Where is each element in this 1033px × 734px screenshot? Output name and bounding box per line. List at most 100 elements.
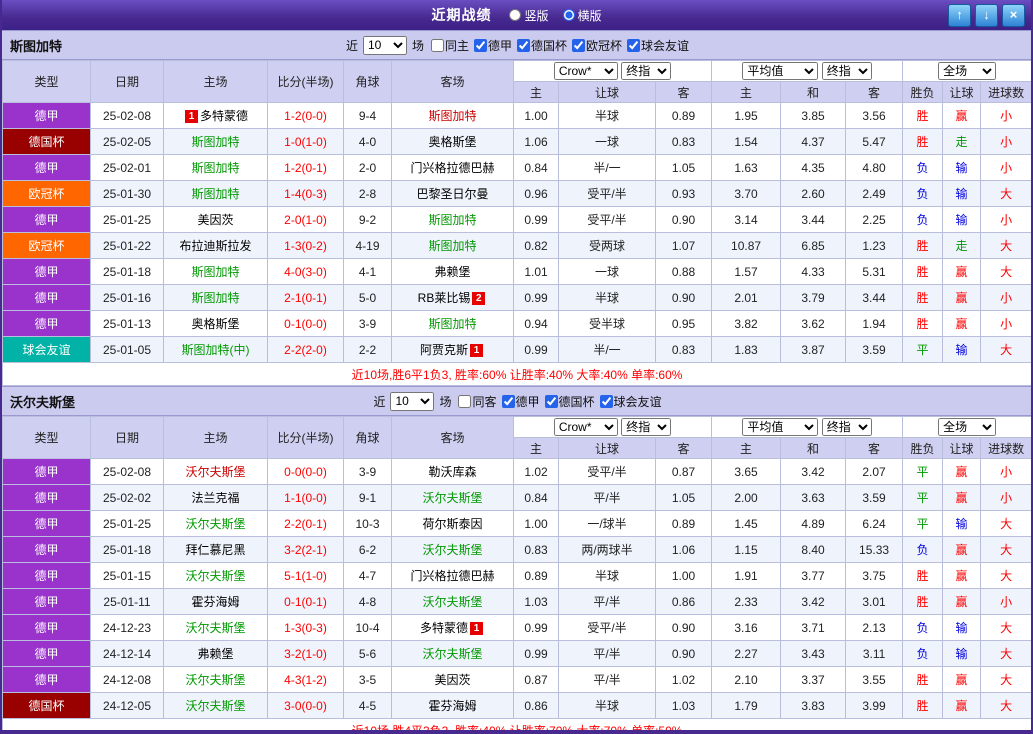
view-option-horizontal[interactable]: 横版 [562, 7, 602, 24]
odds-handicap: 受平/半 [558, 458, 656, 485]
away-team[interactable]: 斯图加特 [391, 310, 514, 337]
avg-away: 3.59 [845, 484, 904, 511]
league-filter-input[interactable] [501, 394, 515, 408]
odds-book-select[interactable]: Crow* [553, 62, 618, 80]
odds-home: 0.94 [513, 310, 559, 337]
average-final-select[interactable]: 终指 [821, 62, 872, 80]
away-team[interactable]: 沃尔夫斯堡 [391, 588, 514, 615]
recent-count-select[interactable]: 10 [390, 391, 435, 411]
league-filter-friendly[interactable]: 球会友谊 [627, 37, 689, 54]
away-team[interactable]: 斯图加特 [391, 232, 514, 259]
avg-draw: 4.89 [780, 510, 847, 537]
same-venue-checkbox[interactable]: 同主 [430, 37, 469, 54]
recent-count-select[interactable]: 10 [362, 35, 407, 55]
avg-draw: 3.37 [780, 666, 847, 693]
league-filter-champions-league[interactable]: 欧冠杯 [572, 37, 622, 54]
home-team[interactable]: 拜仁慕尼黑 [163, 536, 268, 563]
away-team[interactable]: 沃尔夫斯堡 [391, 484, 514, 511]
home-team[interactable]: 沃尔夫斯堡 [163, 458, 268, 485]
away-team[interactable]: 门兴格拉德巴赫 [391, 154, 514, 181]
home-team[interactable]: 沃尔夫斯堡 [163, 692, 268, 719]
league-filter-german-cup[interactable]: 德国杯 [517, 37, 567, 54]
result-goals: 小 [980, 284, 1031, 311]
home-team[interactable]: 霍芬海姆 [163, 588, 268, 615]
league-filter-german-cup[interactable]: 德国杯 [544, 393, 595, 410]
match-row: 德甲 25-01-25 沃尔夫斯堡 2-2(0-1) 10-3 荷尔斯泰因 1.00 一/球半… [2, 510, 1031, 537]
home-team[interactable]: 布拉迪斯拉发 [163, 232, 268, 259]
average-select[interactable]: 平均值 [742, 62, 819, 80]
away-team[interactable]: 勒沃库森 [391, 458, 514, 485]
away-team[interactable]: 弗赖堡 [391, 258, 514, 285]
away-team[interactable]: 霍芬海姆 [391, 692, 514, 719]
fulltime-group-header: 全场 [902, 60, 1031, 82]
league-filter-input[interactable] [544, 394, 558, 408]
home-team[interactable]: 斯图加特 [163, 128, 268, 155]
home-team[interactable]: 沃尔夫斯堡 [163, 562, 268, 589]
odds-final-select[interactable]: 终指 [621, 418, 672, 436]
home-team[interactable]: 斯图加特 [163, 284, 268, 311]
view-option-vertical[interactable]: 竖版 [509, 7, 549, 24]
league-filter-input[interactable] [627, 38, 641, 52]
away-team[interactable]: 荷尔斯泰因 [391, 510, 514, 537]
fulltime-select[interactable]: 全场 [938, 62, 997, 80]
away-team[interactable]: 阿贾克斯 1 [391, 336, 514, 363]
away-team[interactable]: 门兴格拉德巴赫 [391, 562, 514, 589]
move-down-button[interactable]: ↓ [975, 4, 998, 27]
away-team[interactable]: 斯图加特 [391, 102, 514, 129]
filter-bar: 近 10 场 同主 德甲 德国杯 欧冠杯 球会友谊 [344, 35, 689, 55]
odds-final-select[interactable]: 终指 [621, 62, 672, 80]
avg-home: 1.57 [711, 258, 782, 285]
close-button[interactable]: × [1002, 4, 1025, 27]
league-filter-input[interactable] [599, 394, 613, 408]
match-row: 德甲 25-01-25 美因茨 2-0(1-0) 9-2 斯图加特 0.99 受平/半 0.90… [2, 206, 1031, 233]
league-filter-bundesliga[interactable]: 德甲 [501, 393, 540, 410]
home-team[interactable]: 奥格斯堡 [163, 310, 268, 337]
away-team[interactable]: RB莱比锡 2 [391, 284, 514, 311]
away-team[interactable]: 沃尔夫斯堡 [391, 640, 514, 667]
home-team[interactable]: 斯图加特 [163, 154, 268, 181]
horizontal-radio-label: 横版 [577, 8, 602, 23]
home-team[interactable]: 法兰克福 [163, 484, 268, 511]
home-team[interactable]: 沃尔夫斯堡 [163, 510, 268, 537]
match-row: 德甲 25-02-08 沃尔夫斯堡 0-0(0-0) 3-9 勒沃库森 1.02 受平/半 0.… [2, 458, 1031, 485]
average-select[interactable]: 平均值 [742, 418, 819, 436]
league-filter-bundesliga[interactable]: 德甲 [473, 37, 512, 54]
away-team[interactable]: 巴黎圣日尔曼 [391, 180, 514, 207]
odds-handicap: 受平/半 [558, 180, 656, 207]
league-filter-input[interactable] [572, 38, 586, 52]
home-team[interactable]: 美因茨 [163, 206, 268, 233]
league-filter-input[interactable] [517, 38, 530, 52]
away-team[interactable]: 斯图加特 [391, 206, 514, 233]
league-filter-friendly[interactable]: 球会友谊 [599, 393, 662, 410]
move-up-button[interactable]: ↑ [948, 4, 971, 27]
horizontal-radio[interactable] [562, 9, 575, 21]
match-score: 0-0(0-0) [267, 458, 344, 485]
avg-home: 2.33 [711, 588, 782, 615]
avg-draw: 3.79 [780, 284, 847, 311]
away-team[interactable]: 奥格斯堡 [391, 128, 514, 155]
home-team-name: 斯图加特(中) [181, 343, 250, 357]
avg-home: 1.63 [711, 154, 782, 181]
home-team[interactable]: 弗赖堡 [163, 640, 268, 667]
away-team[interactable]: 沃尔夫斯堡 [391, 536, 514, 563]
same-venue-checkbox[interactable]: 同客 [458, 393, 497, 410]
odds-book-select[interactable]: Crow* [553, 418, 618, 436]
away-team[interactable]: 多特蒙德 1 [391, 614, 514, 641]
avg-draw: 3.42 [780, 588, 847, 615]
home-team[interactable]: 1 多特蒙德 [163, 102, 268, 129]
same-venue-input[interactable] [458, 394, 472, 408]
home-team[interactable]: 斯图加特 [163, 180, 268, 207]
league-filter-input[interactable] [473, 38, 487, 52]
home-team[interactable]: 沃尔夫斯堡 [163, 614, 268, 641]
league-type: 德国杯 [2, 692, 91, 719]
home-team[interactable]: 斯图加特(中) [163, 336, 268, 363]
fulltime-select[interactable]: 全场 [938, 418, 997, 436]
vertical-radio[interactable] [509, 9, 522, 21]
avg-draw: 3.63 [780, 484, 847, 511]
away-team[interactable]: 美因茨 [391, 666, 514, 693]
home-team[interactable]: 斯图加特 [163, 258, 268, 285]
average-final-select[interactable]: 终指 [821, 418, 872, 436]
col-header-date: 日期 [90, 60, 164, 103]
home-team[interactable]: 沃尔夫斯堡 [163, 666, 268, 693]
same-venue-input[interactable] [430, 38, 444, 52]
